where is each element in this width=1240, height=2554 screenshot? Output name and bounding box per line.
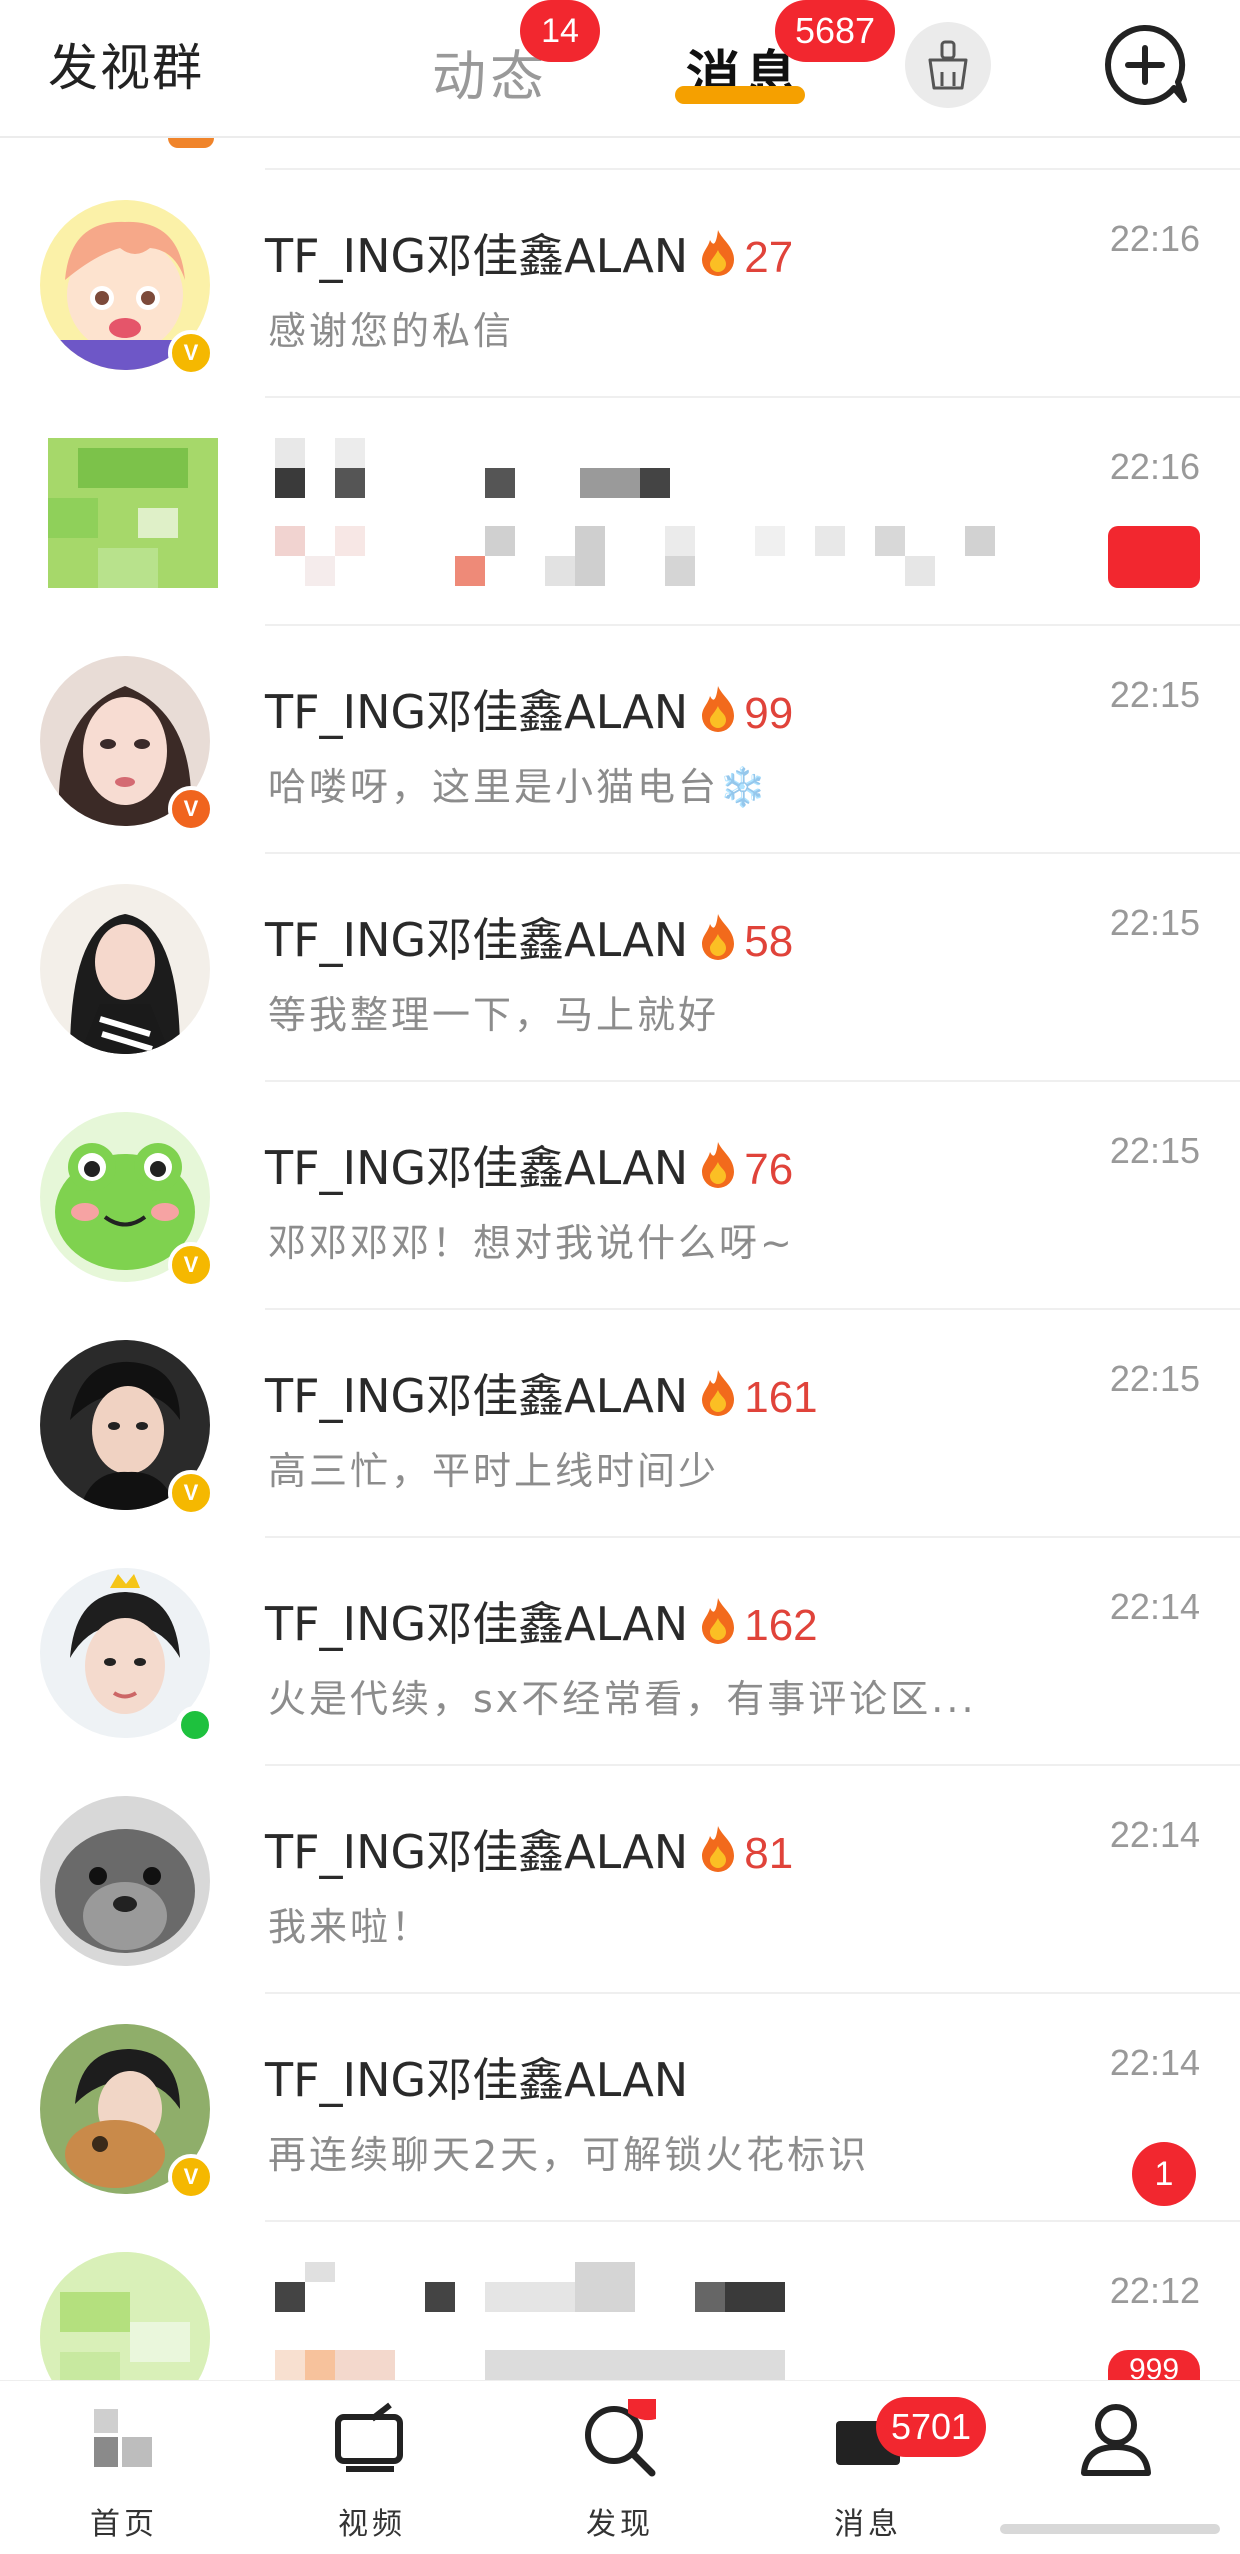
conversation-row[interactable]: V TF_ING邓佳鑫ALAN 27 感谢您的私信 22:16	[0, 170, 1240, 398]
timestamp: 22:16	[1109, 218, 1200, 259]
verified-badge: V	[168, 2154, 214, 2200]
message-preview: 哈喽呀，这里是小猫电台❄️	[268, 765, 770, 809]
contact-name-text: TF_ING邓佳鑫ALAN	[265, 1597, 689, 1651]
streak-count: 99	[744, 689, 794, 738]
verified-badge: V	[168, 1242, 214, 1288]
message-preview: 再连续聊天2天，可解锁火花标识	[268, 2133, 870, 2177]
nav-home[interactable]: 首页	[0, 2381, 248, 2554]
streak-count: 81	[744, 1829, 794, 1878]
contact-name-text: TF_ING邓佳鑫ALAN	[265, 913, 689, 967]
nav-home-label: 首页	[90, 2507, 158, 2542]
conversation-row[interactable]: V TF_ING邓佳鑫ALAN 再连续聊天2天，可解锁火花标识 22:14 1	[0, 1994, 1240, 2222]
verified-badge: V	[168, 330, 214, 376]
contact-name: TF_ING邓佳鑫ALAN 161	[265, 1360, 818, 1426]
nav-messages-label: 消息	[834, 2507, 902, 2542]
contact-name-text: TF_ING邓佳鑫ALAN	[265, 685, 689, 739]
video-icon	[335, 2402, 403, 2472]
unread-badge-blurred	[1108, 526, 1200, 588]
streak-count: 76	[744, 1145, 794, 1194]
new-chat-button[interactable]	[1100, 20, 1190, 110]
conversation-row[interactable]: V TF_ING邓佳鑫ALAN 76 邓邓邓邓！想对我说什么呀~ 22:15	[0, 1082, 1240, 1310]
message-preview: 火是代续，sx不经常看，有事评论区...	[268, 1677, 977, 1721]
fire-streak-icon	[702, 1598, 735, 1644]
timestamp: 22:14	[1109, 1586, 1200, 1627]
fire-streak-icon	[702, 686, 735, 732]
profile-icon	[1081, 2404, 1151, 2476]
contact-name-text: TF_ING邓佳鑫ALAN	[265, 1825, 689, 1879]
timestamp: 22:15	[1109, 1130, 1200, 1171]
message-preview: 等我整理一下，马上就好	[268, 993, 720, 1037]
discover-icon	[585, 2399, 656, 2477]
message-preview: 我来啦！	[268, 1905, 433, 1949]
streak-count: 58	[744, 917, 794, 966]
fire-streak-icon	[702, 230, 735, 276]
streak-count: 161	[744, 1373, 818, 1422]
timestamp: 22:15	[1109, 674, 1200, 715]
contact-name-text: TF_ING邓佳鑫ALAN	[265, 2053, 689, 2107]
avatar[interactable]	[40, 884, 210, 1054]
contact-name: TF_ING邓佳鑫ALAN 162	[265, 1588, 818, 1654]
conversation-row[interactable]: TF_ING邓佳鑫ALAN 162 火是代续，sx不经常看，有事评论区... 22…	[0, 1538, 1240, 1766]
contact-name: TF_ING邓佳鑫ALAN 81	[265, 1816, 793, 1882]
timestamp: 22:15	[1109, 902, 1200, 943]
avatar-blurred[interactable]	[40, 2252, 210, 2380]
conversation-row[interactable]: V TF_ING邓佳鑫ALAN 99 哈喽呀，这里是小猫电台❄️ 22:15	[0, 626, 1240, 854]
broom-icon	[928, 40, 968, 90]
contact-name: TF_ING邓佳鑫ALAN 58	[265, 904, 793, 970]
conversation-row-blurred[interactable]: 22:16	[0, 398, 1240, 626]
active-tab-indicator	[675, 86, 805, 104]
unread-count-badge: 1	[1132, 2142, 1196, 2206]
contact-name: TF_ING邓佳鑫ALAN 27	[265, 220, 793, 286]
conversation-row[interactable]: TF_ING邓佳鑫ALAN 81 我来啦！ 22:14	[0, 1766, 1240, 1994]
contact-name-text: TF_ING邓佳鑫ALAN	[265, 229, 689, 283]
unread-count-badge: 999	[1108, 2350, 1200, 2380]
home-indicator[interactable]	[1000, 2524, 1220, 2534]
nav-discover[interactable]: 发现	[496, 2381, 744, 2554]
fire-streak-icon	[702, 1826, 735, 1872]
timestamp: 22:14	[1109, 1814, 1200, 1855]
online-status-indicator	[176, 1706, 214, 1744]
streak-count: 27	[744, 233, 794, 282]
top-bar: 发视群 动态 14 消息 5687	[0, 0, 1240, 138]
contact-name: TF_ING邓佳鑫ALAN 76	[265, 1132, 793, 1198]
nav-messages-badge: 5701	[876, 2397, 986, 2457]
nav-video-label: 视频	[338, 2507, 406, 2542]
nav-messages[interactable]: 5701 消息	[744, 2381, 992, 2554]
clean-button[interactable]	[905, 22, 991, 108]
verified-badge: V	[168, 1470, 214, 1516]
conversation-row-blurred[interactable]: 22:12 999	[0, 2222, 1240, 2380]
dynamic-count-badge: 14	[520, 0, 600, 62]
timestamp: 22:12	[1109, 2270, 1200, 2311]
conversation-row[interactable]: V TF_ING邓佳鑫ALAN 161 高三忙，平时上线时间少 22:15	[0, 1310, 1240, 1538]
nav-discover-label: 发现	[586, 2507, 654, 2542]
timestamp: 22:16	[1109, 446, 1200, 487]
fire-streak-icon	[702, 1142, 735, 1188]
timestamp: 22:14	[1109, 2042, 1200, 2083]
contact-name-text: TF_ING邓佳鑫ALAN	[265, 1141, 689, 1195]
verified-badge: V	[168, 786, 214, 832]
timestamp: 22:15	[1109, 1358, 1200, 1399]
message-preview: 邓邓邓邓！想对我说什么呀~	[268, 1221, 795, 1265]
discover-group-link[interactable]: 发视群	[48, 28, 204, 100]
message-preview: 感谢您的私信	[268, 309, 515, 353]
avatar[interactable]	[40, 1796, 210, 1966]
avatar-blurred[interactable]	[48, 438, 218, 588]
fire-streak-icon	[702, 914, 735, 960]
partial-list-item[interactable]	[0, 138, 1240, 170]
verified-badge	[168, 138, 214, 148]
streak-count: 162	[744, 1601, 818, 1650]
messages-count-badge: 5687	[775, 0, 895, 62]
fire-streak-icon	[702, 1370, 735, 1416]
contact-name-text: TF_ING邓佳鑫ALAN	[265, 1369, 689, 1423]
nav-video[interactable]: 视频	[248, 2381, 496, 2554]
message-preview: 高三忙，平时上线时间少	[268, 1449, 720, 1493]
contact-name: TF_ING邓佳鑫ALAN	[265, 2044, 688, 2110]
add-chat-icon	[1105, 24, 1187, 105]
contact-name: TF_ING邓佳鑫ALAN 99	[265, 676, 793, 742]
conversation-row[interactable]: TF_ING邓佳鑫ALAN 58 等我整理一下，马上就好 22:15	[0, 854, 1240, 1082]
home-icon	[94, 2409, 152, 2467]
